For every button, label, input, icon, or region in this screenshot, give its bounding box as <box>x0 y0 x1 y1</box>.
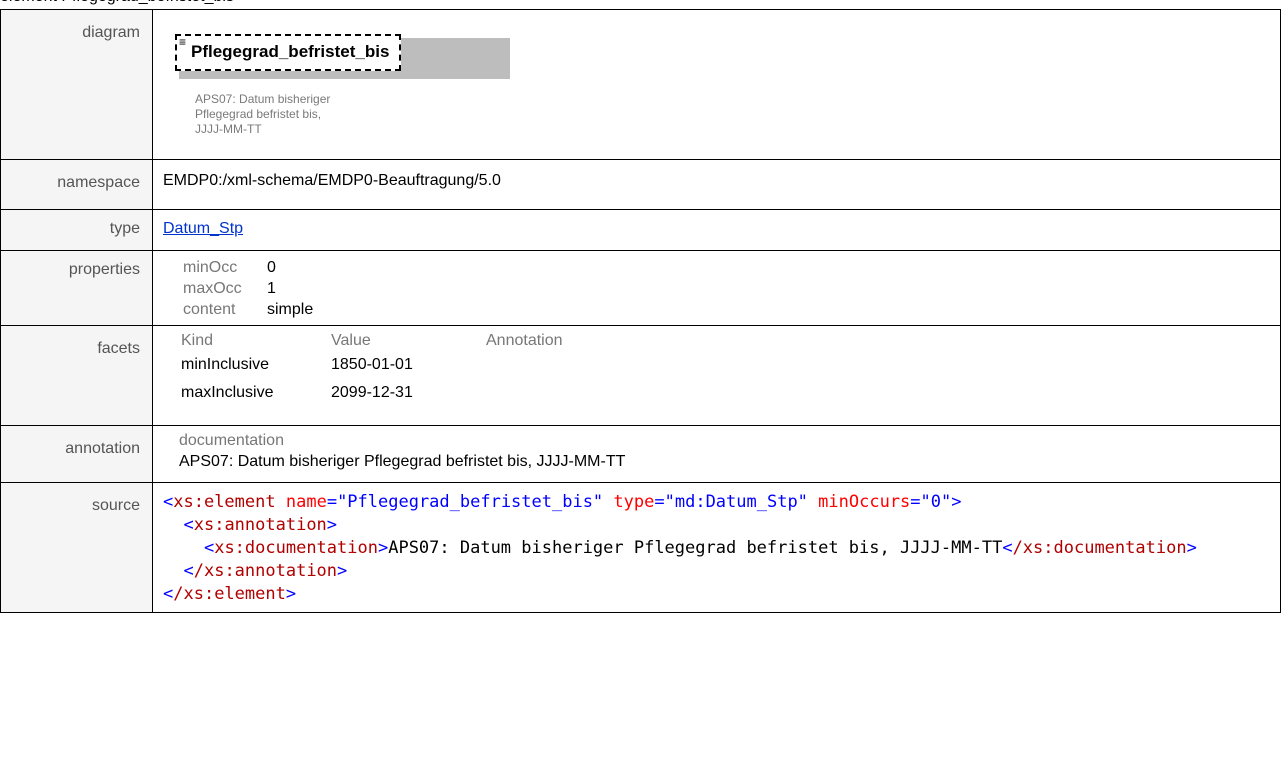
namespace-value: EMDP0:/xml-schema/EMDP0-Beauftragung/5.0 <box>163 172 501 189</box>
source-code: <xs:element name="Pflegegrad_befristet_b… <box>163 492 1197 604</box>
properties-list: minOcc 0 maxOcc 1 content simple <box>183 259 1280 319</box>
diagram-cell: ≡ Pflegegrad_befristet_bis APS07: Datum … <box>152 9 1281 160</box>
doc-line: JJJJ-MM-TT <box>195 122 262 136</box>
src-open-tag: xs:element <box>173 492 276 512</box>
source-label: source <box>0 482 153 613</box>
facets-header: Kind Value Annotation <box>181 332 1280 350</box>
doc-line: Pflegegrad befristet bis, <box>195 107 322 121</box>
diagram-row: diagram ≡ Pflegegrad_befristet_bis APS07… <box>0 9 1281 160</box>
namespace-row: namespace EMDP0:/xml-schema/EMDP0-Beauft… <box>0 159 1281 210</box>
src-attr-name: type <box>613 492 655 512</box>
src-attr-value: "md:Datum_Stp" <box>664 492 808 512</box>
doc-line: APS07: Datum bisheriger <box>195 92 331 106</box>
page-title: element Pflegegrad_befristet_bis <box>0 0 234 8</box>
annotation-label: annotation <box>0 425 153 483</box>
property-value: 1 <box>267 280 276 297</box>
facets-header-annotation: Annotation <box>486 332 563 349</box>
diagram-label: diagram <box>0 9 153 160</box>
type-link[interactable]: Datum_Stp <box>163 220 243 237</box>
property-key: minOcc <box>183 259 238 276</box>
property-key: maxOcc <box>183 280 242 297</box>
facets-label: facets <box>0 325 153 426</box>
src-doc-tag: xs:documentation <box>214 538 378 558</box>
property-value: simple <box>267 301 314 318</box>
properties-row: properties minOcc 0 maxOcc 1 content sim… <box>0 250 1281 326</box>
sequence-icon: ≡ <box>179 35 187 49</box>
annotation-key: documentation <box>179 432 284 449</box>
facets-header-value: Value <box>331 332 371 349</box>
source-cell: <xs:element name="Pflegegrad_befristet_b… <box>152 482 1281 613</box>
annotation-value: APS07: Datum bisheriger Pflegegrad befri… <box>179 453 626 470</box>
src-anno-close: /xs:annotation <box>193 561 338 581</box>
namespace-label: namespace <box>0 159 153 210</box>
source-row: source <xs:element name="Pflegegrad_befr… <box>0 482 1281 613</box>
property-key: content <box>183 301 236 318</box>
element-node-doc: APS07: Datum bisheriger Pflegegrad befri… <box>195 92 435 137</box>
facets-row: facets Kind Value Annotation minInclusiv… <box>0 325 1281 426</box>
annotation-row: annotation documentation APS07: Datum bi… <box>0 425 1281 483</box>
src-attr-value: "0" <box>920 492 952 512</box>
src-anno-tag: xs:annotation <box>193 515 327 535</box>
src-attr-value: "Pflegegrad_befristet_bis" <box>337 492 604 512</box>
facets-cell: Kind Value Annotation minInclusive 1850-… <box>152 325 1281 426</box>
element-node[interactable]: ≡ Pflegegrad_befristet_bis <box>175 34 402 71</box>
src-attr-name: name <box>285 492 327 512</box>
element-diagram: ≡ Pflegegrad_befristet_bis APS07: Datum … <box>167 24 510 146</box>
src-doc-text: APS07: Datum bisheriger Pflegegrad befri… <box>388 538 1003 558</box>
namespace-cell: EMDP0:/xml-schema/EMDP0-Beauftragung/5.0 <box>152 159 1281 210</box>
properties-cell: minOcc 0 maxOcc 1 content simple <box>152 250 1281 326</box>
facet-annotation <box>486 384 1280 402</box>
type-row: type Datum_Stp <box>0 209 1281 251</box>
facets-table: Kind Value Annotation minInclusive 1850-… <box>181 332 1280 402</box>
facet-kind: maxInclusive <box>181 384 274 401</box>
facets-header-kind: Kind <box>181 332 214 349</box>
facet-row: maxInclusive 2099-12-31 <box>181 384 1280 402</box>
src-doc-close: /xs:documentation <box>1012 538 1187 558</box>
annotation-cell: documentation APS07: Datum bisheriger Pf… <box>152 425 1281 483</box>
property-value: 0 <box>267 259 276 276</box>
facet-value: 1850-01-01 <box>331 356 413 373</box>
facet-value: 2099-12-31 <box>331 384 413 401</box>
type-label: type <box>0 209 153 251</box>
element-doc-table: diagram ≡ Pflegegrad_befristet_bis APS07… <box>0 9 1281 613</box>
element-node-name: Pflegegrad_befristet_bis <box>191 42 390 61</box>
facet-annotation <box>486 356 1280 374</box>
facet-row: minInclusive 1850-01-01 <box>181 356 1280 374</box>
properties-label: properties <box>0 250 153 326</box>
facet-kind: minInclusive <box>181 356 270 373</box>
src-attr-name: minOccurs <box>818 492 911 512</box>
src-elem-close: /xs:element <box>173 584 286 604</box>
type-cell: Datum_Stp <box>152 209 1281 251</box>
